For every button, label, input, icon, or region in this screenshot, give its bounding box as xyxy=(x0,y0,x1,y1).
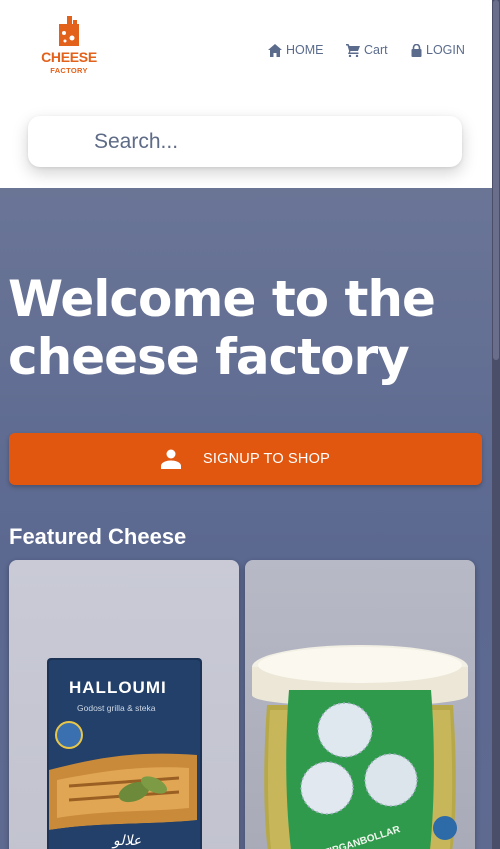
svg-text:ﻋﻼﻟﻮ: ﻋﻼﻟﻮ xyxy=(111,833,141,849)
featured-cheese-title: Featured Cheese xyxy=(9,524,187,549)
cheese-jar-image: TIPGANBOLLAR xyxy=(252,645,468,849)
top-bar: CHEESE FACTORY HOME Cart LOGIN xyxy=(0,0,492,188)
logo-subtitle: FACTORY xyxy=(50,66,88,75)
scrollbar[interactable] xyxy=(492,0,500,849)
lock-icon xyxy=(411,43,422,57)
cheese-factory-logo[interactable]: CHEESE FACTORY xyxy=(40,14,100,78)
hero-section: Welcome to the cheese factory SIGNUP TO … xyxy=(0,188,492,849)
featured-cheese-card-halloumi[interactable]: HALLOUMI Godost grilla & steka ﻋﻼﻟﻮ xyxy=(9,560,239,849)
home-icon xyxy=(268,43,282,57)
nav-login-link[interactable]: LOGIN xyxy=(411,40,465,60)
cart-icon xyxy=(346,43,360,57)
hero-title: Welcome to the cheese factory xyxy=(8,270,436,386)
nav-login-label: LOGIN xyxy=(426,43,465,57)
nav-home-label: HOME xyxy=(286,43,324,57)
signup-button-label: SIGNUP TO SHOP xyxy=(203,451,330,467)
nav-cart-link[interactable]: Cart xyxy=(346,40,388,60)
nav-home-link[interactable]: HOME xyxy=(268,40,324,60)
halloumi-sublabel: Godost grilla & steka xyxy=(77,703,156,713)
search-input[interactable] xyxy=(94,124,444,160)
search-box xyxy=(28,116,462,167)
person-icon xyxy=(161,449,182,469)
halloumi-label: HALLOUMI xyxy=(69,678,167,697)
nav-cart-label: Cart xyxy=(364,43,388,57)
halloumi-package-image: HALLOUMI Godost grilla & steka ﻋﻼﻟﻮ xyxy=(47,658,202,849)
featured-cheese-card-tipganbollar[interactable]: TIPGANBOLLAR xyxy=(245,560,475,849)
signup-to-shop-button[interactable]: SIGNUP TO SHOP xyxy=(9,433,482,485)
scrollbar-thumb[interactable] xyxy=(493,0,499,360)
logo-title: CHEESE xyxy=(41,49,97,65)
factory-building-icon xyxy=(59,16,79,46)
